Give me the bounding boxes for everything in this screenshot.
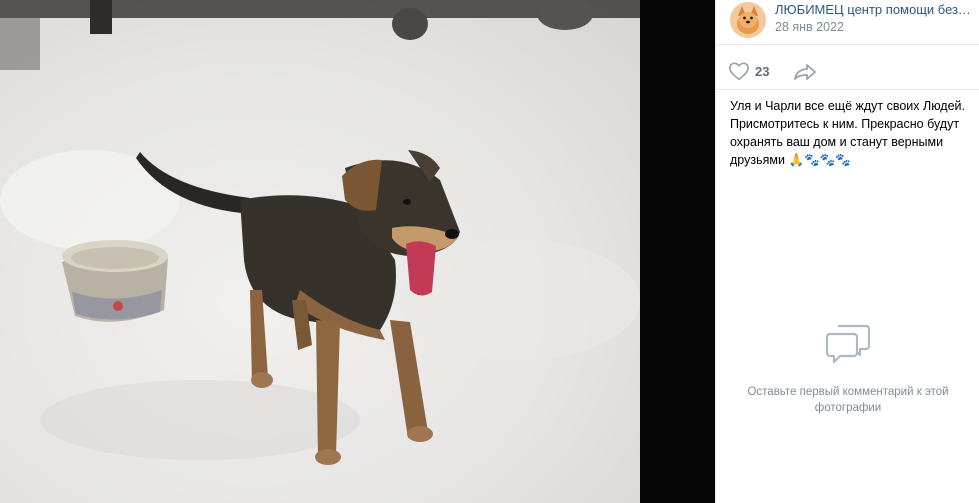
like-button[interactable]: 23 bbox=[728, 61, 769, 81]
dog-in-snow-image bbox=[0, 0, 640, 465]
photo-viewer bbox=[0, 0, 715, 503]
author-avatar[interactable] bbox=[730, 2, 766, 38]
post-date[interactable]: 28 янв 2022 bbox=[775, 19, 844, 35]
post-text-last-words: друзьями bbox=[730, 153, 785, 167]
post-header: ЛЮБИМЕЦ центр помощи бездомным животным … bbox=[716, 0, 979, 45]
post-text-line: Присмотритесь к ним. Прекрасно будут bbox=[730, 117, 960, 131]
post-text-line: охранять ваш дом и станут верными bbox=[730, 135, 944, 149]
dog-avatar-icon bbox=[730, 2, 766, 38]
comment-bubble-icon bbox=[825, 324, 871, 364]
like-count: 23 bbox=[755, 63, 770, 79]
heart-icon bbox=[729, 62, 749, 80]
empty-comments-placeholder: Оставьте первый комментарий к этой фотог… bbox=[716, 322, 979, 416]
post-actions: 23 bbox=[716, 46, 979, 90]
empty-comments-text: Оставьте первый комментарий к этой фотог… bbox=[747, 386, 949, 414]
post-photo[interactable] bbox=[0, 0, 640, 503]
post-text-line: друзьями 🙏🐾🐾🐾 bbox=[730, 151, 974, 169]
photo-side-strip bbox=[640, 0, 715, 503]
emoji-group: 🙏🐾🐾🐾 bbox=[788, 153, 851, 167]
author-name-link[interactable]: ЛЮБИМЕЦ центр помощи бездомным животным bbox=[775, 2, 975, 18]
share-arrow-icon bbox=[794, 64, 816, 80]
post-text: Уля и Чарли все ещё ждут своих Людей. Пр… bbox=[730, 97, 974, 169]
post-panel: ЛЮБИМЕЦ центр помощи бездомным животным … bbox=[715, 0, 979, 503]
post-text-line: Уля и Чарли все ещё ждут своих Людей. bbox=[730, 99, 966, 113]
share-button[interactable] bbox=[793, 63, 817, 86]
